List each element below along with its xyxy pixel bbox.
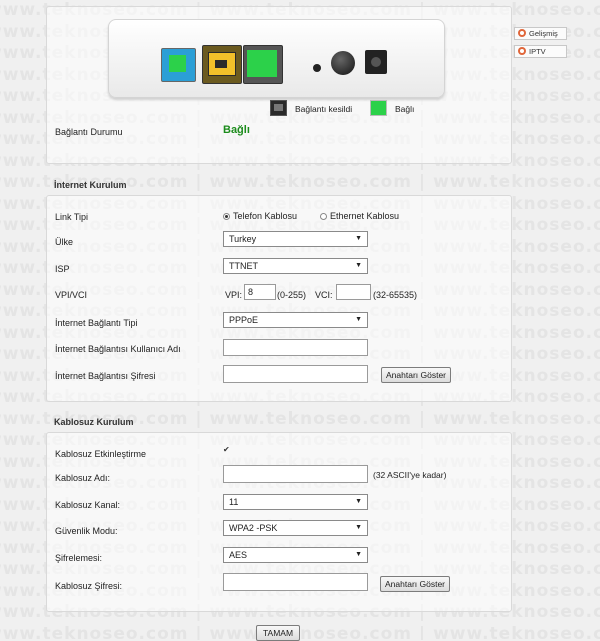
- wireless-channel-select[interactable]: 11 ▼: [223, 494, 368, 510]
- iptv-button[interactable]: IPTV: [514, 45, 567, 58]
- ssid-input[interactable]: [223, 465, 368, 483]
- connection-type-label: İnternet Bağlantı Tipi: [55, 318, 138, 328]
- wireless-enable-label: Kablosuz Etkinleştirme: [55, 449, 147, 459]
- vpi-label: VPI:: [225, 290, 243, 300]
- link-option-phone[interactable]: Telefon Kablosu: [223, 211, 297, 221]
- country-label: Ülke: [55, 237, 74, 247]
- internet-setup-panel: Link Tipi Telefon Kablosu Ethernet Kablo…: [46, 195, 512, 402]
- link-ethernet-radio[interactable]: [320, 213, 327, 220]
- wireless-password-input[interactable]: [223, 573, 368, 591]
- encryption-label: Şifrelemesi:: [55, 553, 103, 563]
- connection-status-value: Bağlı: [223, 124, 250, 136]
- vpi-vci-label: VPI/VCI: [55, 290, 88, 300]
- security-mode-select[interactable]: WPA2 -PSK ▼: [223, 520, 368, 536]
- chevron-down-icon: ▼: [355, 524, 362, 531]
- power-button-icon: [331, 51, 355, 75]
- username-input[interactable]: [223, 339, 368, 356]
- password-input[interactable]: [223, 365, 368, 383]
- chevron-down-icon: ▼: [355, 551, 362, 558]
- link-phone-radio[interactable]: [223, 213, 230, 220]
- wireless-show-key-button[interactable]: Anahtarı Göster: [380, 576, 451, 592]
- connection-status-label: Bağlantı Durumu: [55, 127, 123, 137]
- gear-icon: [518, 47, 526, 55]
- vci-range: (32-65535): [373, 290, 418, 300]
- device-status-panel: Bağlantı kesildi Bağlı Bağlantı Durumu B…: [46, 6, 512, 164]
- chevron-down-icon: ▼: [355, 262, 362, 269]
- power-jack-icon: [365, 50, 387, 74]
- wireless-setup-title: Kablosuz Kurulum: [54, 417, 134, 427]
- show-key-button[interactable]: Anahtarı Göster: [381, 367, 452, 383]
- isp-select[interactable]: TTNET ▼: [223, 258, 368, 274]
- chevron-down-icon: ▼: [355, 235, 362, 242]
- legend-connected-label: Bağlı: [395, 104, 415, 114]
- wireless-password-label: Kablosuz Şifresi:: [55, 581, 123, 591]
- encryption-select[interactable]: AES ▼: [223, 547, 368, 563]
- gear-icon: [518, 29, 526, 37]
- vpi-input[interactable]: 8: [244, 284, 276, 300]
- ssid-label: Kablosuz Adı:: [55, 473, 111, 483]
- ok-button[interactable]: TAMAM: [256, 625, 300, 641]
- reset-button-icon: [313, 64, 321, 72]
- chevron-down-icon: ▼: [355, 316, 362, 323]
- phone-port-icon: [161, 48, 196, 82]
- vci-label: VCI:: [315, 290, 333, 300]
- password-label: İnternet Bağlantısı Şifresi: [55, 371, 156, 381]
- wireless-enable-checkbox[interactable]: ✔: [223, 446, 231, 454]
- vpi-range: (0-255): [277, 290, 307, 300]
- vci-input[interactable]: [336, 284, 371, 300]
- ssid-hint: (32 ASCII'ye kadar): [373, 470, 447, 480]
- legend-disconnected-label: Bağlantı kesildi: [295, 104, 353, 114]
- ethernet-port-connected-icon: [243, 45, 283, 84]
- security-mode-label: Güvenlik Modu:: [55, 526, 118, 536]
- chevron-down-icon: ▼: [355, 498, 362, 505]
- internet-setup-title: İnternet Kurulum: [54, 180, 127, 190]
- country-select[interactable]: Turkey ▼: [223, 231, 368, 247]
- router-image: [108, 19, 445, 98]
- connection-type-select[interactable]: PPPoE ▼: [223, 312, 368, 328]
- wireless-setup-panel: Kablosuz Etkinleştirme ✔ Kablosuz Adı: (…: [46, 432, 512, 612]
- legend-connected-icon: [370, 100, 387, 116]
- wireless-channel-label: Kablosuz Kanal:: [55, 500, 121, 510]
- advanced-button[interactable]: Gelişmiş: [514, 27, 567, 40]
- legend-disconnected-icon: [270, 100, 287, 116]
- isp-label: ISP: [55, 264, 70, 274]
- username-label: İnternet Bağlantısı Kullanıcı Adı: [55, 344, 181, 354]
- link-option-ethernet[interactable]: Ethernet Kablosu: [320, 211, 399, 221]
- ethernet-port-disconnected-icon: [202, 45, 242, 84]
- link-type-label: Link Tipi: [55, 212, 89, 222]
